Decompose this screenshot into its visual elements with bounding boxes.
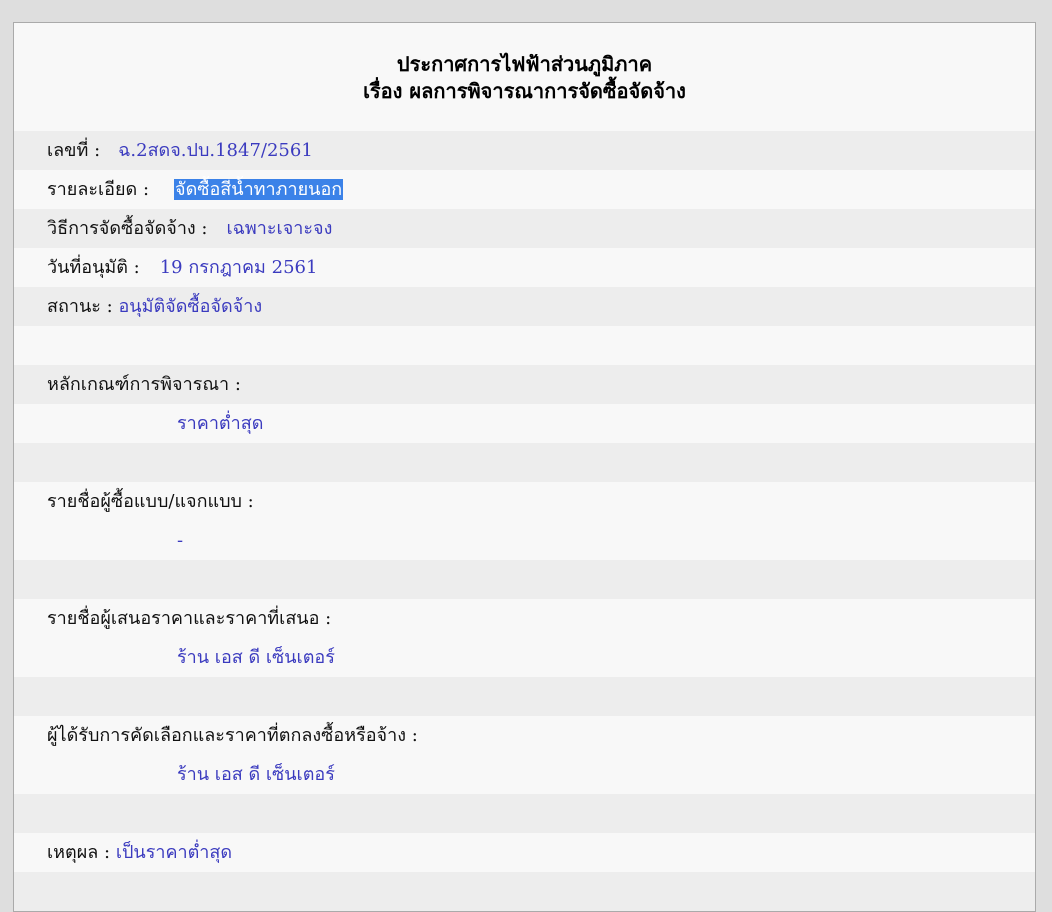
row-method: วิธีการจัดซื้อจัดจ้าง : เฉพาะเจาะจง	[14, 209, 1035, 248]
approval-date-value: 19 กรกฎาคม 2561	[159, 257, 318, 278]
row-bidders-label: รายชื่อผู้เสนอราคาและราคาที่เสนอ :	[14, 599, 1035, 638]
row-criteria-label: หลักเกณฑ์การพิจารณา :	[14, 365, 1035, 404]
method-value: เฉพาะเจาะจง	[226, 218, 333, 239]
winner-value: ร้าน เอส ดี เซ็นเตอร์	[177, 764, 335, 785]
spacer-row	[14, 794, 1035, 833]
method-label: วิธีการจัดซื้อจัดจ้าง :	[47, 218, 208, 239]
header-title: ประกาศการไฟฟ้าส่วนภูมิภาค	[396, 52, 653, 76]
spacer-row	[14, 560, 1035, 599]
spacer-row	[14, 326, 1035, 365]
row-number: เลขที่ : ฉ.2สดจ.ปบ.1847/2561	[14, 131, 1035, 170]
row-buyers-value: -	[14, 521, 1035, 560]
row-buyers-label: รายชื่อผู้ซื้อแบบ/แจกแบบ :	[14, 482, 1035, 521]
announcement-header: ประกาศการไฟฟ้าส่วนภูมิภาค เรื่อง ผลการพิ…	[14, 23, 1035, 131]
reason-label: เหตุผล :	[47, 842, 111, 863]
spacer-row	[14, 872, 1035, 911]
bidders-value: ร้าน เอส ดี เซ็นเตอร์	[177, 647, 335, 668]
row-winner-label: ผู้ได้รับการคัดเลือกและราคาที่ตกลงซื้อหร…	[14, 716, 1035, 755]
detail-label: รายละเอียด :	[47, 179, 150, 200]
row-winner-value: ร้าน เอส ดี เซ็นเตอร์	[14, 755, 1035, 794]
spacer-row	[14, 443, 1035, 482]
header-subject: เรื่อง ผลการพิจารณาการจัดซื้อจัดจ้าง	[363, 79, 686, 103]
row-detail: รายละเอียด : จัดซื้อสีน้ำทาภายนอก	[14, 170, 1035, 209]
bidders-label: รายชื่อผู้เสนอราคาและราคาที่เสนอ :	[47, 608, 332, 629]
buyers-label: รายชื่อผู้ซื้อแบบ/แจกแบบ :	[47, 491, 254, 512]
number-value: ฉ.2สดจ.ปบ.1847/2561	[118, 140, 313, 161]
row-approval-date: วันที่อนุมัติ : 19 กรกฎาคม 2561	[14, 248, 1035, 287]
number-label: เลขที่ :	[47, 140, 101, 161]
row-status: สถานะ : อนุมัติจัดซื้อจัดจ้าง	[14, 287, 1035, 326]
detail-value-selected[interactable]: จัดซื้อสีน้ำทาภายนอก	[174, 179, 344, 200]
approval-date-label: วันที่อนุมัติ :	[47, 257, 140, 278]
announcement-panel: ประกาศการไฟฟ้าส่วนภูมิภาค เรื่อง ผลการพิ…	[13, 22, 1036, 912]
spacer-row	[14, 677, 1035, 716]
buyers-value: -	[177, 530, 184, 551]
status-value: อนุมัติจัดซื้อจัดจ้าง	[118, 296, 263, 317]
criteria-value: ราคาต่ำสุด	[177, 413, 264, 434]
criteria-label: หลักเกณฑ์การพิจารณา :	[47, 374, 241, 395]
status-label: สถานะ :	[47, 296, 113, 317]
reason-value: เป็นราคาต่ำสุด	[115, 842, 233, 863]
winner-label: ผู้ได้รับการคัดเลือกและราคาที่ตกลงซื้อหร…	[47, 725, 418, 746]
row-criteria-value: ราคาต่ำสุด	[14, 404, 1035, 443]
row-bidders-value: ร้าน เอส ดี เซ็นเตอร์	[14, 638, 1035, 677]
row-reason: เหตุผล : เป็นราคาต่ำสุด	[14, 833, 1035, 872]
